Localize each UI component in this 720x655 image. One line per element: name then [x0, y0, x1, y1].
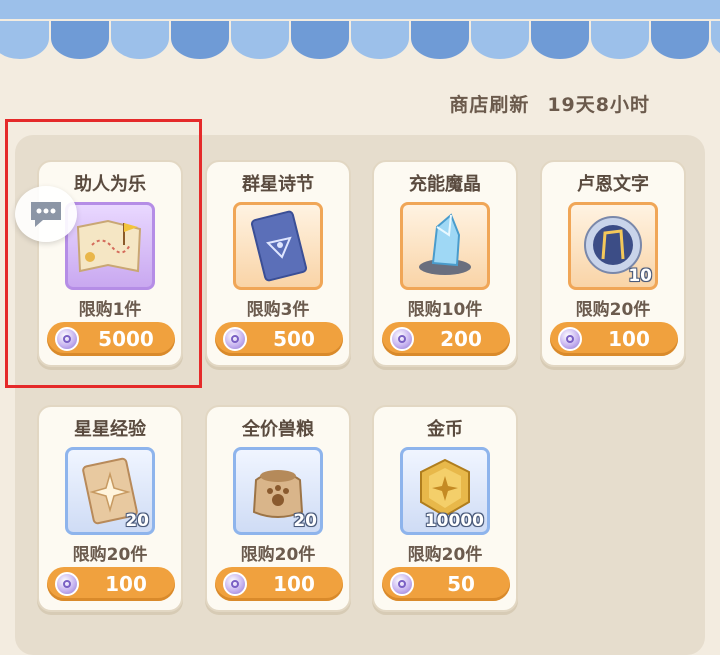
shop-refresh-timer: 商店刷新 19天8小时	[449, 90, 650, 117]
price-value: 100	[273, 572, 315, 596]
item-icon-frame: 20	[233, 447, 323, 535]
awning-scallop	[589, 19, 651, 61]
awning-scallop	[529, 19, 591, 61]
awning-scallop	[289, 19, 351, 61]
item-icon-frame	[233, 202, 323, 290]
awning-scallop	[0, 19, 51, 61]
item-quantity: 10	[628, 266, 652, 286]
item-quantity: 20	[125, 511, 149, 531]
item-name: 群星诗节	[242, 174, 314, 195]
shop-item-card[interactable]: 全价兽粮 20 限购20件 100	[205, 405, 351, 612]
purchase-limit: 限购20件	[72, 545, 148, 565]
item-icon-frame	[400, 202, 490, 290]
awning-scallop	[649, 19, 711, 61]
item-icon-frame: 10	[568, 202, 658, 290]
crystal-icon	[419, 213, 471, 275]
purple-gem-coin-icon	[390, 327, 414, 351]
shop-item-card[interactable]: 充能魔晶 限购10件 200	[372, 160, 518, 367]
price-value: 500	[273, 327, 315, 351]
shop-item-card[interactable]: 星星经验 20 限购20件 100	[37, 405, 183, 612]
buy-button[interactable]: 100	[550, 322, 678, 356]
purchase-limit: 限购20件	[575, 300, 651, 320]
awning-scallop	[169, 19, 231, 61]
purchase-limit: 限购3件	[246, 300, 310, 320]
blue-card-icon	[250, 210, 308, 282]
awning-scallop	[709, 19, 720, 56]
awning-scallop	[409, 19, 471, 61]
purple-gem-coin-icon	[390, 572, 414, 596]
price-value: 50	[447, 572, 475, 596]
awning-scallop	[109, 19, 171, 61]
awning-scallop	[469, 19, 531, 61]
refresh-label: 商店刷新	[449, 94, 530, 116]
item-name: 卢恩文字	[577, 174, 649, 195]
item-name: 金币	[427, 419, 463, 440]
purchase-limit: 限购10件	[407, 300, 483, 320]
item-name: 充能魔晶	[409, 174, 481, 195]
price-value: 100	[105, 572, 147, 596]
price-value: 200	[440, 327, 482, 351]
purchase-limit: 限购20件	[240, 545, 316, 565]
selection-highlight-box	[5, 119, 202, 388]
shop-item-card[interactable]: 群星诗节 限购3件 500	[205, 160, 351, 367]
buy-button[interactable]: 500	[215, 322, 343, 356]
item-icon-frame: 10000	[400, 447, 490, 535]
item-icon-frame: 20	[65, 447, 155, 535]
buy-button[interactable]: 100	[47, 567, 175, 601]
awning-scallop	[49, 19, 111, 61]
refresh-time: 19天8小时	[547, 94, 650, 116]
item-name: 星星经验	[74, 419, 146, 440]
item-name: 全价兽粮	[242, 419, 314, 440]
item-quantity: 10000	[424, 511, 484, 531]
buy-button[interactable]: 50	[382, 567, 510, 601]
awning-scallop	[349, 19, 411, 61]
item-quantity: 20	[293, 511, 317, 531]
purchase-limit: 限购20件	[407, 545, 483, 565]
purple-gem-coin-icon	[223, 327, 247, 351]
purple-gem-coin-icon	[558, 327, 582, 351]
awning-scallop	[229, 19, 291, 61]
purple-gem-coin-icon	[223, 572, 247, 596]
price-value: 100	[608, 327, 650, 351]
buy-button[interactable]: 200	[382, 322, 510, 356]
shop-item-card[interactable]: 金币 10000 限购20件 50	[372, 405, 518, 612]
purple-gem-coin-icon	[55, 572, 79, 596]
shop-item-card[interactable]: 卢恩文字 10 限购20件 100	[540, 160, 686, 367]
shop-awning	[0, 0, 720, 61]
buy-button[interactable]: 100	[215, 567, 343, 601]
